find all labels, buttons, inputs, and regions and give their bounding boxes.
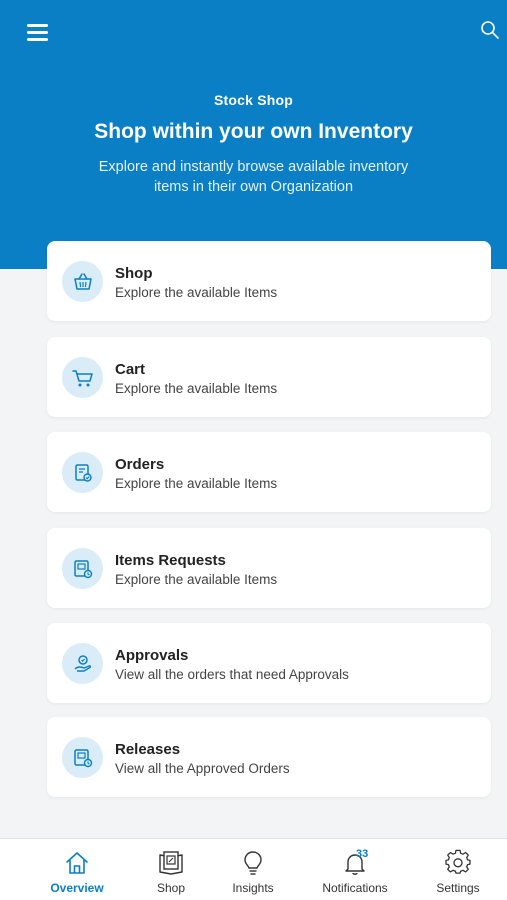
- tab-label: Shop: [156, 881, 186, 895]
- tab-settings[interactable]: Settings: [413, 839, 503, 900]
- notification-badge: 33: [356, 848, 369, 860]
- home-icon: [66, 852, 88, 874]
- app-name: Stock Shop: [213, 92, 293, 108]
- tab-overview[interactable]: Overview: [32, 839, 122, 900]
- orders-icon: [74, 463, 92, 482]
- tab-shop[interactable]: Shop: [126, 839, 216, 900]
- basket-icon: [73, 272, 92, 290]
- card-releases[interactable]: Releases View all the Approved Orders: [47, 717, 491, 797]
- card-title: Orders: [115, 456, 165, 473]
- card-description: Explore the available Items: [115, 572, 278, 587]
- card-description: Explore the available Items: [115, 381, 278, 396]
- gear-icon: [445, 849, 471, 874]
- tab-label: Insights: [232, 881, 274, 895]
- page-title: Shop within your own Inventory: [94, 120, 413, 143]
- card-title: Releases: [115, 741, 181, 758]
- menu-button[interactable]: [22, 18, 54, 46]
- tab-label: Notifications: [322, 881, 388, 895]
- shop-book-icon: [159, 851, 183, 875]
- lightbulb-icon: [244, 851, 262, 875]
- page-subtitle: Explore and instantly browse available i…: [98, 159, 409, 195]
- card-description: View all the Approved Orders: [115, 761, 290, 776]
- card-orders[interactable]: Orders Explore the available Items: [47, 432, 491, 512]
- card-title: Approvals: [115, 647, 189, 664]
- tab-label: Overview: [50, 881, 104, 895]
- card-title: Cart: [115, 361, 146, 378]
- header-banner: Stock Shop Shop within your own Inventor…: [0, 0, 507, 269]
- search-button[interactable]: [480, 20, 504, 44]
- card-title: Items Requests: [115, 552, 226, 569]
- cart-icon: [71, 369, 93, 386]
- tab-label: Settings: [436, 881, 480, 895]
- item-request-icon: [73, 559, 92, 578]
- card-title: Shop: [115, 265, 153, 282]
- card-approvals[interactable]: Approvals View all the orders that need …: [47, 623, 491, 703]
- approval-icon: [74, 654, 91, 672]
- bottom-tab-bar: Overview Shop Insights 33 Notifications: [0, 838, 507, 900]
- hamburger-menu-icon: [27, 23, 48, 27]
- card-description: View all the orders that need Approvals: [115, 667, 349, 682]
- card-cart[interactable]: Cart Explore the available Items: [47, 337, 491, 417]
- card-items-requests[interactable]: Items Requests Explore the available Ite…: [47, 528, 491, 608]
- card-description: Explore the available Items: [115, 285, 278, 300]
- card-shop[interactable]: Shop Explore the available Items: [47, 241, 491, 321]
- tab-notifications[interactable]: 33 Notifications: [310, 839, 400, 900]
- search-icon: [481, 21, 499, 39]
- release-icon: [73, 748, 92, 767]
- card-description: Explore the available Items: [115, 476, 278, 491]
- tab-insights[interactable]: Insights: [208, 839, 298, 900]
